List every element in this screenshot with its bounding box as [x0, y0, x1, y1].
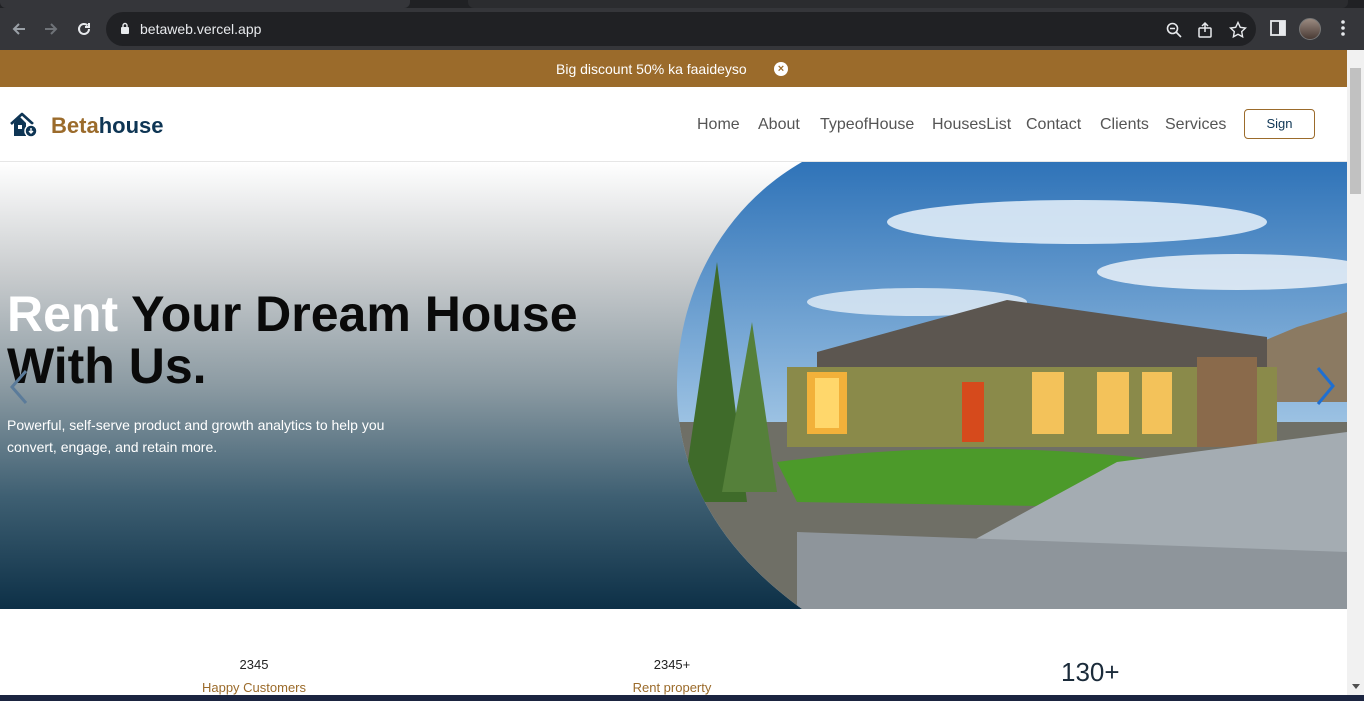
- url-text[interactable]: betaweb.vercel.app: [140, 21, 261, 37]
- lock-icon[interactable]: [120, 22, 130, 35]
- nav-clients[interactable]: Clients: [1100, 116, 1149, 134]
- stat-value-large: 130+: [1061, 657, 1120, 687]
- bookmark-star-icon[interactable]: [1229, 21, 1247, 39]
- share-icon[interactable]: [1197, 21, 1215, 39]
- carousel-next-icon[interactable]: [1312, 364, 1338, 408]
- hero-carousel: Rent Your Dream House With Us. Powerful,…: [0, 162, 1347, 609]
- scrollbar-thumb[interactable]: [1350, 68, 1361, 194]
- stat-customers: 2345 Happy Customers: [184, 657, 324, 695]
- nav-houseslist[interactable]: HousesList: [932, 116, 1011, 134]
- site-header: Betahouse Home About TypeofHouse HousesL…: [0, 87, 1347, 162]
- nav-about[interactable]: About: [758, 116, 800, 134]
- stat-value: 2345+: [653, 657, 691, 672]
- taskbar-edge: [0, 695, 1364, 701]
- back-icon[interactable]: [8, 18, 30, 40]
- zoom-icon[interactable]: [1165, 21, 1183, 39]
- browser-tabstrip: [0, 0, 1364, 8]
- hero-house-image: [677, 162, 1347, 609]
- hero-title-highlight: Rent: [7, 286, 119, 342]
- profile-avatar[interactable]: [1299, 18, 1321, 40]
- hero-subtitle: Powerful, self-serve product and growth …: [7, 417, 385, 455]
- close-icon[interactable]: ×: [774, 62, 788, 76]
- forward-icon[interactable]: [40, 18, 62, 40]
- stat-value: 2345: [239, 657, 269, 672]
- brand-part-2: house: [98, 113, 164, 138]
- house-logo-icon[interactable]: [10, 112, 38, 138]
- menu-dots-icon[interactable]: [1333, 18, 1353, 38]
- page-scrollbar[interactable]: [1347, 50, 1364, 695]
- stat-label: Happy Customers: [201, 680, 307, 695]
- carousel-prev-icon[interactable]: [6, 367, 32, 407]
- hero-title-rest: Your Dream House: [118, 286, 578, 342]
- page-viewport: Big discount 50% ka faaideyso × Betahous…: [0, 50, 1347, 695]
- hero-title: Rent Your Dream House With Us.: [7, 288, 578, 392]
- brand-part-1: Beta: [51, 113, 99, 138]
- address-bar[interactable]: betaweb.vercel.app: [106, 12, 1256, 46]
- hero-title-line2: With Us.: [7, 338, 207, 394]
- nav-services[interactable]: Services: [1165, 116, 1226, 134]
- stat-rent-property: 2345+ Rent property: [602, 657, 742, 695]
- promo-banner: Big discount 50% ka faaideyso ×: [0, 50, 1347, 87]
- scroll-down-icon[interactable]: [1352, 684, 1360, 689]
- browser-toolbar: betaweb.vercel.app: [0, 8, 1364, 50]
- brand-logo[interactable]: Betahouse: [51, 113, 163, 139]
- stat-label: Rent property: [632, 680, 712, 695]
- side-panel-icon[interactable]: [1268, 18, 1288, 38]
- nav-typeofhouse[interactable]: TypeofHouse: [820, 116, 914, 134]
- sign-button[interactable]: Sign: [1244, 109, 1315, 139]
- stats-section: 2345 Happy Customers 2345+ Rent property…: [0, 609, 1347, 695]
- nav-home[interactable]: Home: [697, 116, 740, 134]
- nav-contact[interactable]: Contact: [1026, 116, 1081, 134]
- browser-tab[interactable]: [468, 0, 1348, 8]
- browser-tab[interactable]: [0, 0, 410, 8]
- promo-text: Big discount 50% ka faaideyso: [556, 61, 747, 77]
- reload-icon[interactable]: [73, 18, 95, 40]
